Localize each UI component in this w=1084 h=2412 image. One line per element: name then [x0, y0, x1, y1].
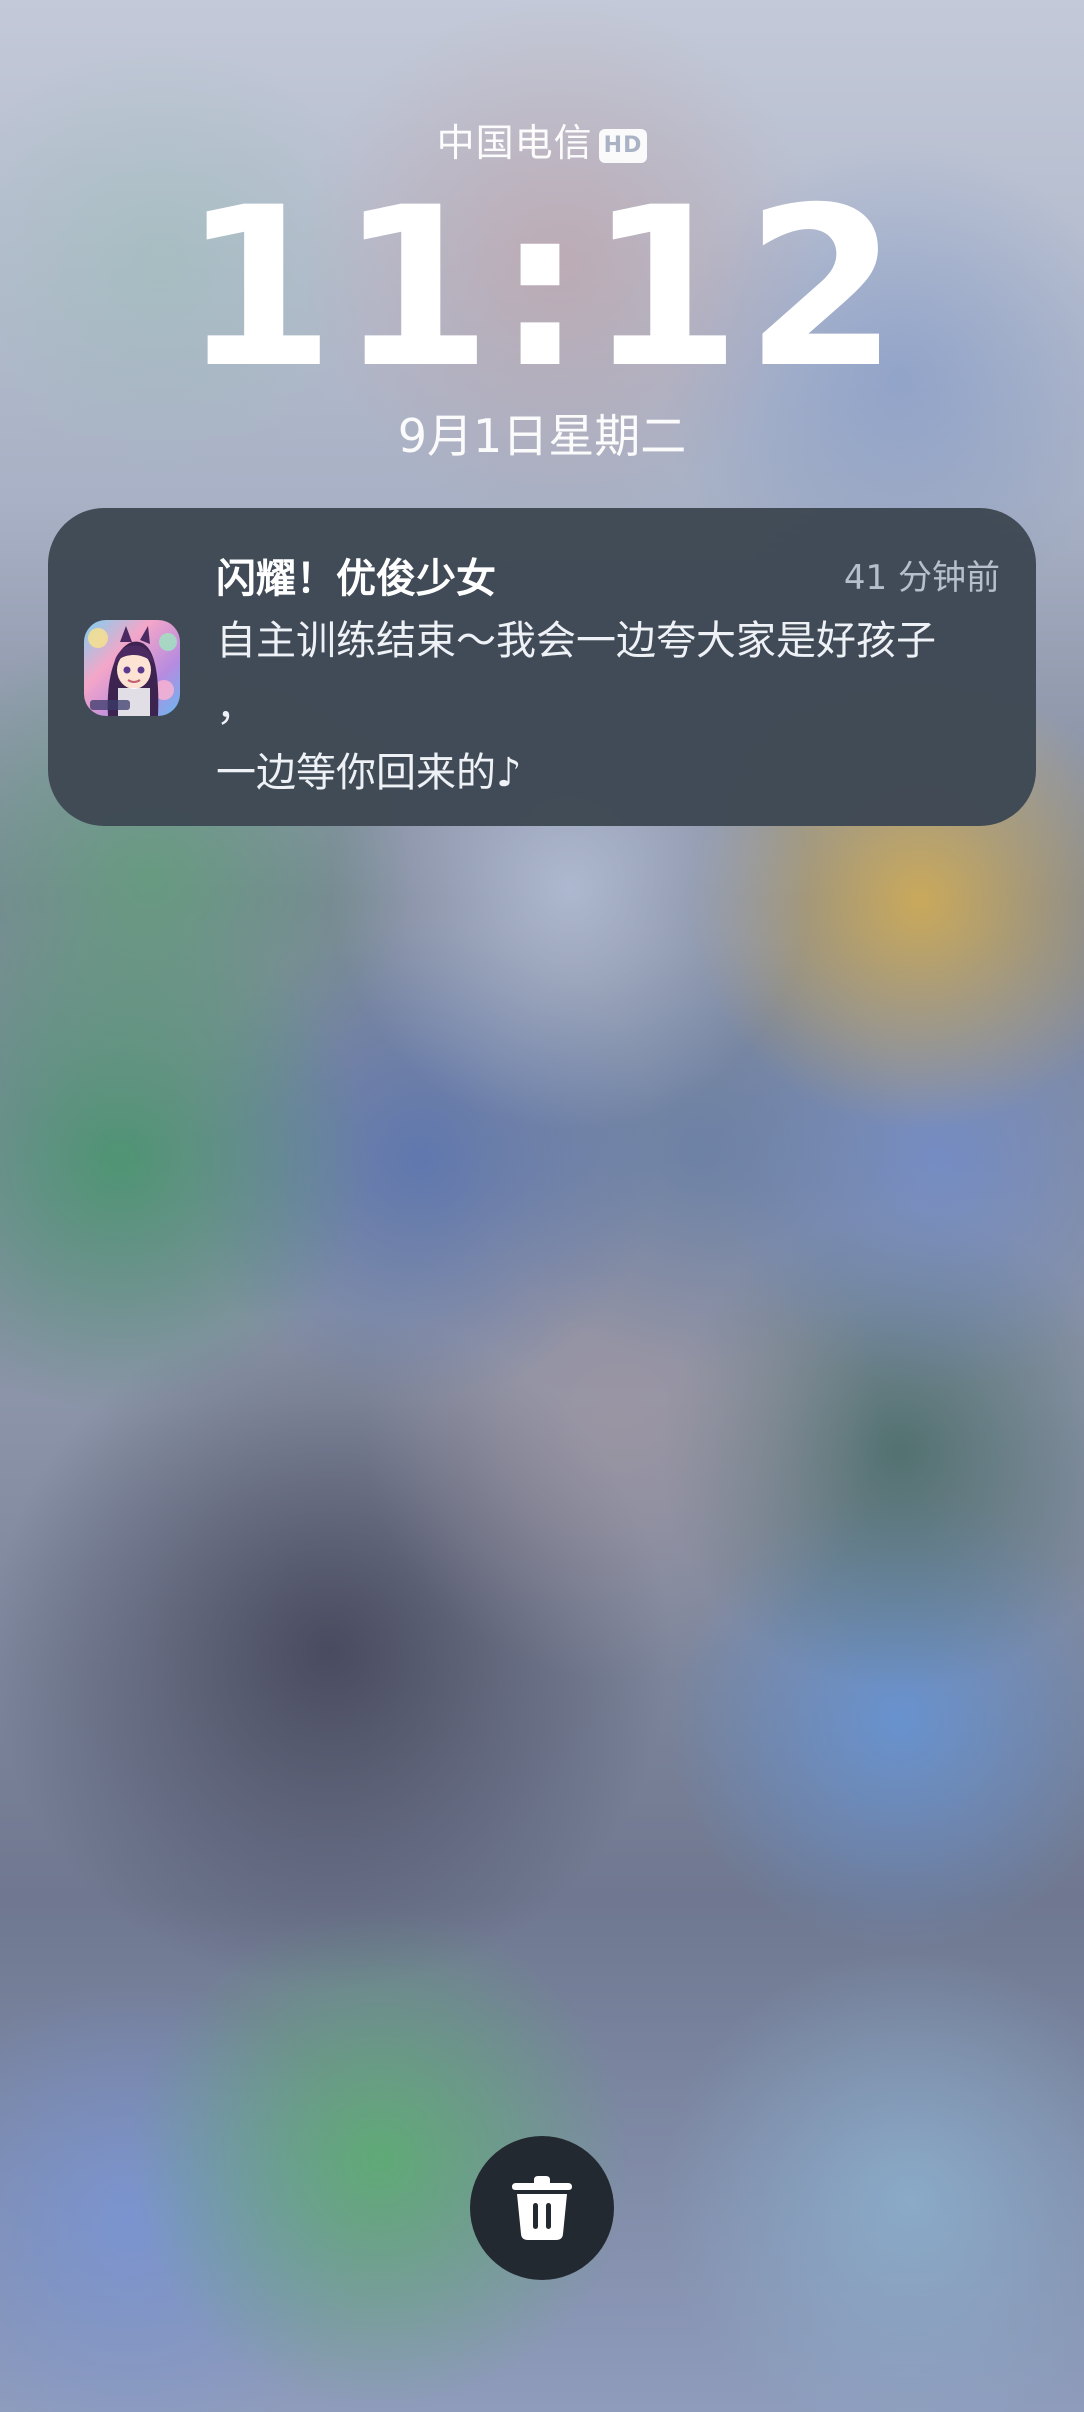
- hd-badge: HD: [598, 129, 648, 163]
- lockscreen-clock: 11:12: [181, 160, 903, 416]
- carrier-name: 中国电信: [436, 121, 593, 165]
- carrier-label: 中国电信 HD: [0, 112, 1084, 167]
- clear-notifications-button[interactable]: [470, 2136, 614, 2280]
- app-icon: [84, 620, 180, 716]
- trash-icon: [512, 2176, 572, 2240]
- lockscreen-date: 9月1日星期二: [397, 409, 687, 463]
- notification-time: 41 分钟前: [843, 558, 1000, 598]
- notification-app-name: 闪耀！优俊少女: [216, 556, 496, 602]
- notification-message: 自主训练结束～我会一边夸大家是好孩子 ， 一边等你回来的♪: [216, 618, 936, 796]
- uma-musume-app-icon: [84, 620, 180, 716]
